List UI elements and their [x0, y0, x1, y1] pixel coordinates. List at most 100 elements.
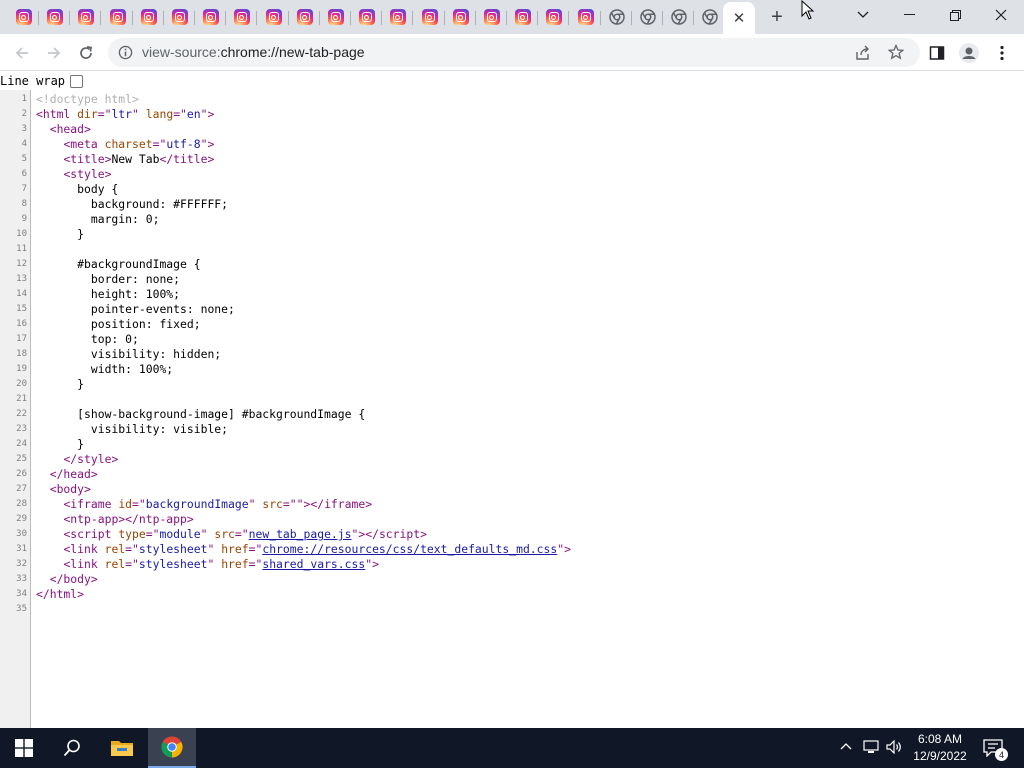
line-wrap-control: Line wrap [0, 73, 84, 89]
tab-instagram[interactable] [476, 3, 507, 31]
source-link[interactable]: chrome://resources/css/text_defaults_md.… [262, 542, 557, 556]
bookmark-star-icon[interactable] [888, 44, 904, 60]
chrome-taskbar-button[interactable] [148, 728, 196, 768]
source-link[interactable]: new_tab_page.js [249, 527, 352, 541]
source-line: 25 </style> [0, 452, 1024, 467]
forward-button[interactable] [40, 39, 68, 67]
line-number: 24 [16, 439, 27, 449]
source-code: 1 <!doctype html> 2 <html dir="ltr" lang="e… [0, 92, 1024, 617]
tab-active[interactable]: ✕ [723, 2, 755, 34]
instagram-favicon-icon [233, 9, 250, 25]
address-bar[interactable]: view-source:chrome://new-tab-page [108, 38, 920, 67]
system-clock[interactable]: 6:08 AM 12/9/2022 [905, 731, 975, 765]
mouse-cursor-icon [801, 0, 815, 20]
new-tab-button[interactable]: + [763, 4, 791, 30]
info-icon[interactable] [118, 45, 133, 60]
tab-instagram[interactable] [538, 3, 569, 31]
line-number: 22 [16, 409, 27, 419]
line-wrap-label: Line wrap [0, 74, 66, 88]
instagram-favicon-icon [389, 9, 406, 25]
source-line: 5 <title>New Tab</title> [0, 152, 1024, 167]
taskbar: 6:08 AM 12/9/2022 [0, 728, 1024, 768]
side-panel-button[interactable] [923, 39, 951, 67]
tab-chrome-page[interactable] [601, 3, 632, 31]
share-icon[interactable] [855, 45, 871, 61]
line-content: pointer-events: none; [36, 302, 235, 316]
source-line: 1 <!doctype html> [0, 92, 1024, 107]
chrome-favicon-icon [639, 9, 656, 25]
tab-instagram[interactable] [70, 3, 101, 31]
source-line: 8 background: #FFFFFF; [0, 197, 1024, 212]
tab-instagram[interactable] [351, 3, 382, 31]
chrome-icon [161, 736, 183, 758]
start-button[interactable] [0, 728, 48, 768]
instagram-favicon-icon [577, 9, 594, 25]
tab-chrome-page[interactable] [663, 3, 694, 31]
minimize-icon [903, 14, 915, 15]
line-wrap-checkbox[interactable] [70, 74, 84, 88]
line-number: 17 [16, 334, 27, 344]
tab-instagram[interactable] [258, 3, 289, 31]
source-line: 14 height: 100%; [0, 287, 1024, 302]
minimize-button[interactable] [886, 0, 932, 30]
line-content: <body> [49, 482, 91, 496]
line-number: 29 [16, 514, 27, 524]
search-button[interactable] [48, 728, 96, 768]
line-content: <meta charset="utf-8"> [63, 137, 215, 151]
tab-instagram[interactable] [507, 3, 538, 31]
line-number: 13 [16, 274, 27, 284]
tab-instagram[interactable] [414, 3, 445, 31]
menu-button[interactable] [988, 39, 1016, 67]
line-number: 7 [21, 184, 27, 194]
volume-icon[interactable] [886, 740, 902, 754]
line-number: 18 [16, 349, 27, 359]
source-link[interactable]: shared_vars.css [262, 557, 365, 571]
tab-instagram[interactable] [570, 3, 601, 31]
tab-instagram[interactable] [164, 3, 195, 31]
notification-count-badge: 4 [995, 748, 1008, 761]
file-explorer-button[interactable] [98, 728, 146, 768]
chevron-up-icon[interactable] [840, 742, 852, 750]
tab-instagram[interactable] [226, 3, 257, 31]
line-number: 16 [16, 319, 27, 329]
tab-instagram[interactable] [320, 3, 351, 31]
source-line: 7 body { [0, 182, 1024, 197]
close-window-button[interactable] [978, 0, 1024, 30]
tab-instagram[interactable] [382, 3, 413, 31]
instagram-favicon-icon [421, 9, 438, 25]
tab-instagram[interactable] [133, 3, 164, 31]
reload-button[interactable] [72, 39, 100, 67]
tab-search-button[interactable] [840, 0, 886, 30]
instagram-favicon-icon [171, 9, 188, 25]
network-icon[interactable] [863, 740, 879, 754]
windows-logo-icon [15, 739, 33, 757]
tab-instagram[interactable] [289, 3, 320, 31]
line-number: 8 [21, 199, 27, 209]
arrow-right-icon [48, 47, 61, 59]
url-scheme: view-source: [142, 44, 221, 60]
profile-button[interactable] [955, 39, 983, 67]
restore-button[interactable] [932, 0, 978, 30]
line-content: background: #FFFFFF; [36, 197, 229, 211]
line-number: 28 [16, 499, 27, 509]
tab-instagram[interactable] [39, 3, 70, 31]
chrome-favicon-icon [701, 9, 718, 25]
line-number: 4 [21, 139, 27, 149]
chrome-favicon-icon [670, 9, 687, 25]
tab-chrome-page[interactable] [632, 3, 663, 31]
tab-instagram[interactable] [8, 3, 39, 31]
line-number: 19 [16, 364, 27, 374]
line-number: 27 [16, 484, 27, 494]
line-number: 23 [16, 424, 27, 434]
source-line: 17 top: 0; [0, 332, 1024, 347]
line-content: } [36, 227, 85, 241]
tab-instagram[interactable] [445, 3, 476, 31]
tab-instagram[interactable] [102, 3, 133, 31]
close-tab-icon[interactable]: ✕ [733, 11, 746, 26]
back-button[interactable] [8, 39, 36, 67]
source-line: 28 <iframe id="backgroundImage" src=""><… [0, 497, 1024, 512]
tab-instagram[interactable] [195, 3, 226, 31]
line-number: 6 [21, 169, 27, 179]
side-panel-icon [929, 46, 945, 60]
tab-chrome-page[interactable] [694, 3, 725, 31]
